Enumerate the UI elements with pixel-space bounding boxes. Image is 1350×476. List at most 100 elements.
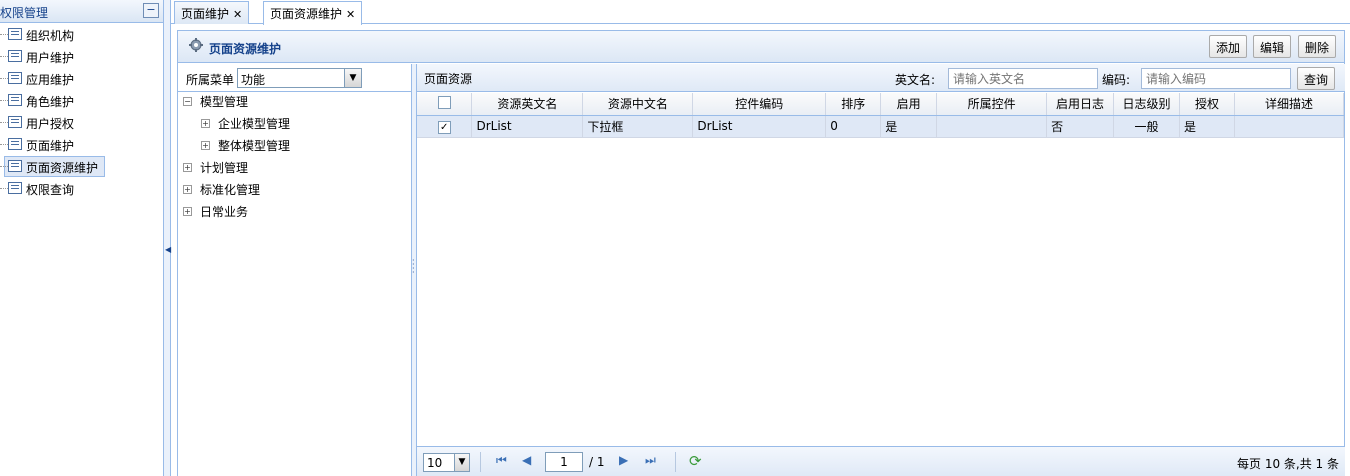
- table-cell: [936, 115, 1048, 138]
- first-page-icon[interactable]: ⏮: [496, 453, 507, 468]
- code-input[interactable]: [1141, 68, 1291, 89]
- tree-connector: [0, 122, 8, 123]
- tab-label: 页面资源维护: [270, 7, 343, 21]
- column-header[interactable]: 启用: [880, 93, 938, 116]
- table-cell: [1234, 115, 1345, 138]
- expand-icon[interactable]: +: [183, 185, 192, 194]
- code-label: 编码:: [1102, 73, 1131, 87]
- edit-button[interactable]: 编辑: [1253, 35, 1292, 58]
- pager-divider: [480, 452, 481, 472]
- table-cell: 一般: [1113, 115, 1180, 138]
- current-page-input[interactable]: 1: [545, 452, 583, 472]
- delete-button[interactable]: 删除: [1298, 35, 1337, 58]
- close-icon[interactable]: ✕: [346, 8, 355, 21]
- sidebar-item[interactable]: 角色维护: [0, 90, 160, 111]
- gear-icon: [189, 38, 203, 52]
- left-splitter[interactable]: [164, 0, 171, 476]
- collapse-icon[interactable]: −: [143, 3, 159, 18]
- tree-connector: [0, 78, 8, 79]
- sidebar-item-label: 用户授权: [26, 117, 75, 131]
- select-all-cell[interactable]: [417, 93, 473, 116]
- sidebar-item-label: 用户维护: [26, 51, 75, 65]
- sidebar-item-label: 角色维护: [26, 95, 75, 109]
- menu-select[interactable]: 功能 ▼: [237, 68, 362, 88]
- tree-node-label: 企业模型管理: [218, 117, 291, 131]
- collapse-icon[interactable]: −: [183, 97, 192, 106]
- next-page-icon[interactable]: ▶: [619, 453, 628, 467]
- grid-title: 页面资源: [424, 72, 473, 86]
- sidebar-item-label: 权限查询: [26, 183, 75, 197]
- column-header[interactable]: 资源英文名: [471, 93, 584, 116]
- column-header[interactable]: 资源中文名: [582, 93, 694, 116]
- sidebar-item[interactable]: 应用维护: [0, 68, 160, 89]
- table-cell: DrList: [471, 115, 584, 138]
- menu-filter-label: 所属菜单: [186, 73, 235, 87]
- grid-header-bar: 页面资源 英文名: 编码: 查询: [417, 64, 1345, 92]
- sidebar-item-label: 组织机构: [26, 29, 75, 43]
- splitter-grip-icon[interactable]: · · · ·: [412, 257, 415, 277]
- column-header[interactable]: 授权: [1179, 93, 1235, 116]
- menu-filter-bar: 所属菜单 功能 ▼: [178, 64, 411, 92]
- prev-page-icon[interactable]: ◀: [522, 453, 531, 467]
- column-header[interactable]: 控件编码: [692, 93, 827, 116]
- chevron-down-icon[interactable]: ▼: [344, 69, 361, 87]
- resource-grid-panel: 页面资源 英文名: 编码: 查询 资源英文名 资源中文名 控件编码 排序 启用 …: [416, 64, 1345, 476]
- tab-page-maintenance[interactable]: 页面维护 ✕: [174, 1, 250, 24]
- select-all-checkbox[interactable]: [437, 95, 451, 109]
- column-header[interactable]: 启用日志: [1046, 93, 1115, 116]
- menu-select-value: 功能: [241, 73, 266, 87]
- row-select-cell[interactable]: ✓: [417, 115, 473, 138]
- list-icon: [8, 138, 22, 150]
- table-header-row: 资源英文名 资源中文名 控件编码 排序 启用 所属控件 启用日志 日志级别 授权…: [417, 93, 1345, 116]
- page-size-select[interactable]: 10 ▼: [423, 453, 470, 472]
- en-name-input[interactable]: [948, 68, 1098, 89]
- sidebar-item[interactable]: 权限查询: [0, 178, 160, 199]
- tree-connector: [0, 188, 8, 189]
- table-row[interactable]: ✓ DrList 下拉框 DrList 0 是 否 一般 是: [417, 115, 1345, 138]
- add-button[interactable]: 添加: [1209, 35, 1248, 58]
- refresh-icon[interactable]: ⟳: [689, 452, 702, 470]
- expand-icon[interactable]: +: [183, 163, 192, 172]
- pager-info-text: 每页 10 条,共 1 条: [1237, 457, 1339, 471]
- table-cell: 0: [825, 115, 882, 138]
- sidebar-item[interactable]: 用户维护: [0, 46, 160, 67]
- expand-icon[interactable]: +: [183, 207, 192, 216]
- table-cell: 否: [1046, 115, 1115, 138]
- expand-icon[interactable]: +: [201, 141, 210, 150]
- close-icon[interactable]: ✕: [233, 8, 242, 21]
- tab-page-resource-maintenance[interactable]: 页面资源维护 ✕: [263, 1, 363, 25]
- tree-node-label: 日常业务: [200, 205, 249, 219]
- last-page-icon[interactable]: ⏭: [645, 453, 656, 468]
- total-pages-text: / 1: [589, 455, 605, 469]
- row-checkbox[interactable]: ✓: [437, 120, 451, 134]
- expand-icon[interactable]: +: [201, 119, 210, 128]
- table-cell: 下拉框: [582, 115, 694, 138]
- sidebar-item[interactable]: 组织机构: [0, 24, 160, 45]
- column-header[interactable]: 所属控件: [936, 93, 1048, 116]
- sidebar-item[interactable]: 页面资源维护: [0, 156, 160, 177]
- sidebar-item[interactable]: 页面维护: [0, 134, 160, 155]
- splitter-arrow-icon[interactable]: ◀: [165, 245, 171, 254]
- table-cell: 是: [880, 115, 938, 138]
- list-icon: [8, 94, 22, 106]
- page-title: 页面资源维护: [209, 42, 282, 56]
- table-cell: 是: [1179, 115, 1235, 138]
- tree-node-label: 模型管理: [200, 95, 249, 109]
- tree-node-label: 整体模型管理: [218, 139, 291, 153]
- left-nav-panel: 权限管理 − 组织机构用户维护应用维护角色维护用户授权页面维护 页面资源维护权限查…: [0, 0, 164, 476]
- tree-connector: [0, 144, 8, 145]
- query-button[interactable]: 查询: [1297, 67, 1336, 90]
- column-header[interactable]: 日志级别: [1113, 93, 1180, 116]
- sidebar-item-label: 应用维护: [26, 73, 75, 87]
- tab-bar: 页面维护 ✕ 页面资源维护 ✕: [171, 0, 1350, 25]
- sidebar-item[interactable]: 用户授权: [0, 112, 160, 133]
- list-icon: [8, 28, 22, 40]
- en-name-label: 英文名:: [895, 73, 936, 87]
- tree-connector: [0, 100, 8, 101]
- pager-bar: 10 ▼ ⏮ ◀ 1 / 1 ▶ ⏭ ⟳ 每页 10 条,共 1 条: [417, 446, 1345, 476]
- column-header[interactable]: 排序: [825, 93, 882, 116]
- left-nav-header: 权限管理 −: [0, 0, 163, 23]
- column-header[interactable]: 详细描述: [1234, 93, 1345, 116]
- list-icon: [8, 182, 22, 194]
- chevron-down-icon[interactable]: ▼: [454, 454, 469, 471]
